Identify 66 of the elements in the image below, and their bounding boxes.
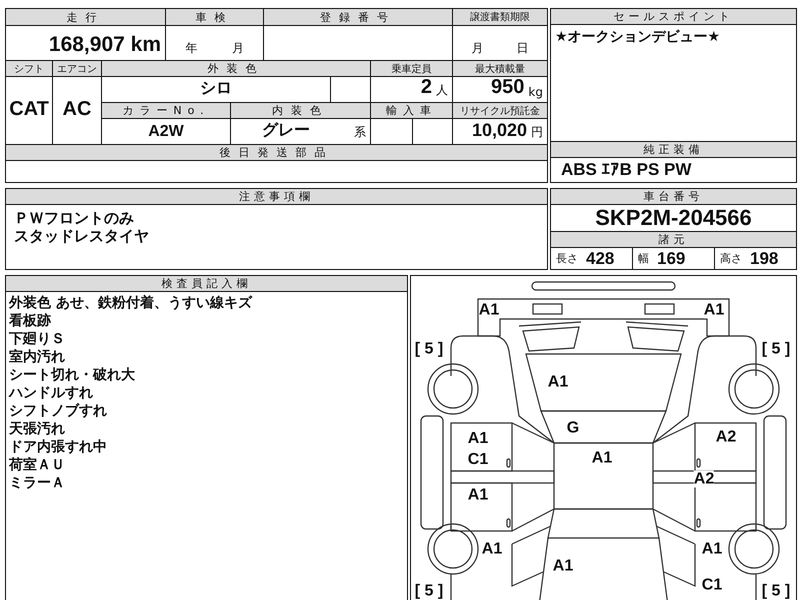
dimension-value: 428 bbox=[586, 248, 614, 268]
inspector-note-text: 下廻りＳ bbox=[9, 330, 66, 348]
note-text: スタッドレスタイヤ bbox=[14, 227, 150, 245]
inspector-note-text: 室内汚れ bbox=[9, 348, 66, 366]
column-header: 後日発送部品 bbox=[6, 145, 547, 160]
dimension-value: 169 bbox=[657, 248, 686, 268]
inspector-note-text: ハンドルすれ bbox=[9, 384, 94, 402]
max-load-value: 950 bbox=[491, 76, 524, 99]
unit-label: 円 bbox=[531, 124, 543, 141]
section-header: 車台番号 bbox=[551, 189, 796, 205]
column-header: リサイクル預託金 bbox=[453, 103, 547, 118]
damage-code: [ 5 ] bbox=[762, 582, 790, 600]
column-header: 乗車定員 bbox=[371, 61, 452, 76]
unit-label: 人 bbox=[436, 82, 448, 99]
aircon-value: AC bbox=[62, 98, 92, 120]
section-header: 諸元 bbox=[551, 232, 796, 248]
damage-code: A1 bbox=[478, 302, 500, 318]
column-header: 登録番号 bbox=[264, 9, 452, 25]
chassis-number: SKP2M-204566 bbox=[595, 205, 752, 231]
inspector-note-text: ドア内張すれ中 bbox=[9, 438, 108, 456]
damage-code: A2 bbox=[694, 470, 714, 488]
unit-label: 月 bbox=[232, 40, 244, 57]
dimension-value: 198 bbox=[750, 248, 778, 268]
dimension-label: 長さ bbox=[556, 251, 578, 266]
column-header: 車検 bbox=[166, 9, 263, 25]
equipment-text: ABS ｴｱB PS PW bbox=[561, 160, 692, 180]
interior-color-value: グレー bbox=[262, 121, 310, 141]
shift-value: CAT bbox=[9, 98, 49, 120]
unit-label: kg bbox=[528, 85, 543, 99]
column-header: 内装色 bbox=[231, 103, 370, 118]
section-header: セールスポイント bbox=[551, 9, 796, 25]
column-header: カラーNo. bbox=[102, 103, 230, 118]
inspector-note-text: シート切れ・破れ大 bbox=[9, 366, 136, 384]
column-header: 譲渡書類期限 bbox=[453, 9, 547, 25]
note-text: ＰＷフロントのみ bbox=[14, 209, 135, 227]
capacity-value: 2 bbox=[420, 76, 432, 99]
inspector-note-text: シフトノブすれ bbox=[9, 402, 108, 420]
recycling-fee-value: 10,020 bbox=[472, 120, 527, 141]
column-header: シフト bbox=[6, 61, 52, 76]
damage-code: A1 bbox=[704, 302, 724, 318]
column-header: 走行 bbox=[6, 9, 165, 25]
column-header: エアコン bbox=[53, 61, 101, 76]
unit-label: 年 bbox=[185, 40, 198, 57]
section-header: 純正装備 bbox=[551, 142, 796, 158]
dimension-label: 高さ bbox=[720, 251, 742, 266]
inspector-note-text: 看板跡 bbox=[9, 312, 52, 330]
section-header: 注意事項欄 bbox=[6, 189, 547, 205]
section-header: 検査員記入欄 bbox=[6, 276, 407, 292]
unit-label: 系 bbox=[354, 124, 366, 141]
color-no-value: A2W bbox=[148, 123, 184, 141]
sale-point-text: ★オークションデビュー★ bbox=[555, 28, 722, 46]
damage-code: [ 5 ] bbox=[414, 582, 444, 600]
column-header: 外装色 bbox=[102, 61, 370, 76]
unit-label: 日 bbox=[516, 40, 528, 57]
mileage-value: 168,907 km bbox=[48, 33, 161, 57]
column-header: 最大積載量 bbox=[453, 61, 547, 76]
dimension-label: 幅 bbox=[638, 251, 649, 266]
exterior-color-value: シロ bbox=[200, 79, 232, 99]
inspector-note-text: ミラーＡ bbox=[9, 474, 66, 492]
damage-code: [ 5 ] bbox=[414, 340, 444, 358]
inspector-note-text: 荷室ＡＵ bbox=[9, 456, 66, 474]
column-header: 輸入車 bbox=[371, 103, 452, 118]
inspector-note-text: 外装色 あせ、鉄粉付着、うすい線キズ bbox=[9, 294, 254, 312]
damage-code: [ 5 ] bbox=[762, 340, 790, 358]
inspector-note-text: 天張汚れ bbox=[9, 420, 66, 438]
unit-label: 月 bbox=[472, 40, 484, 57]
